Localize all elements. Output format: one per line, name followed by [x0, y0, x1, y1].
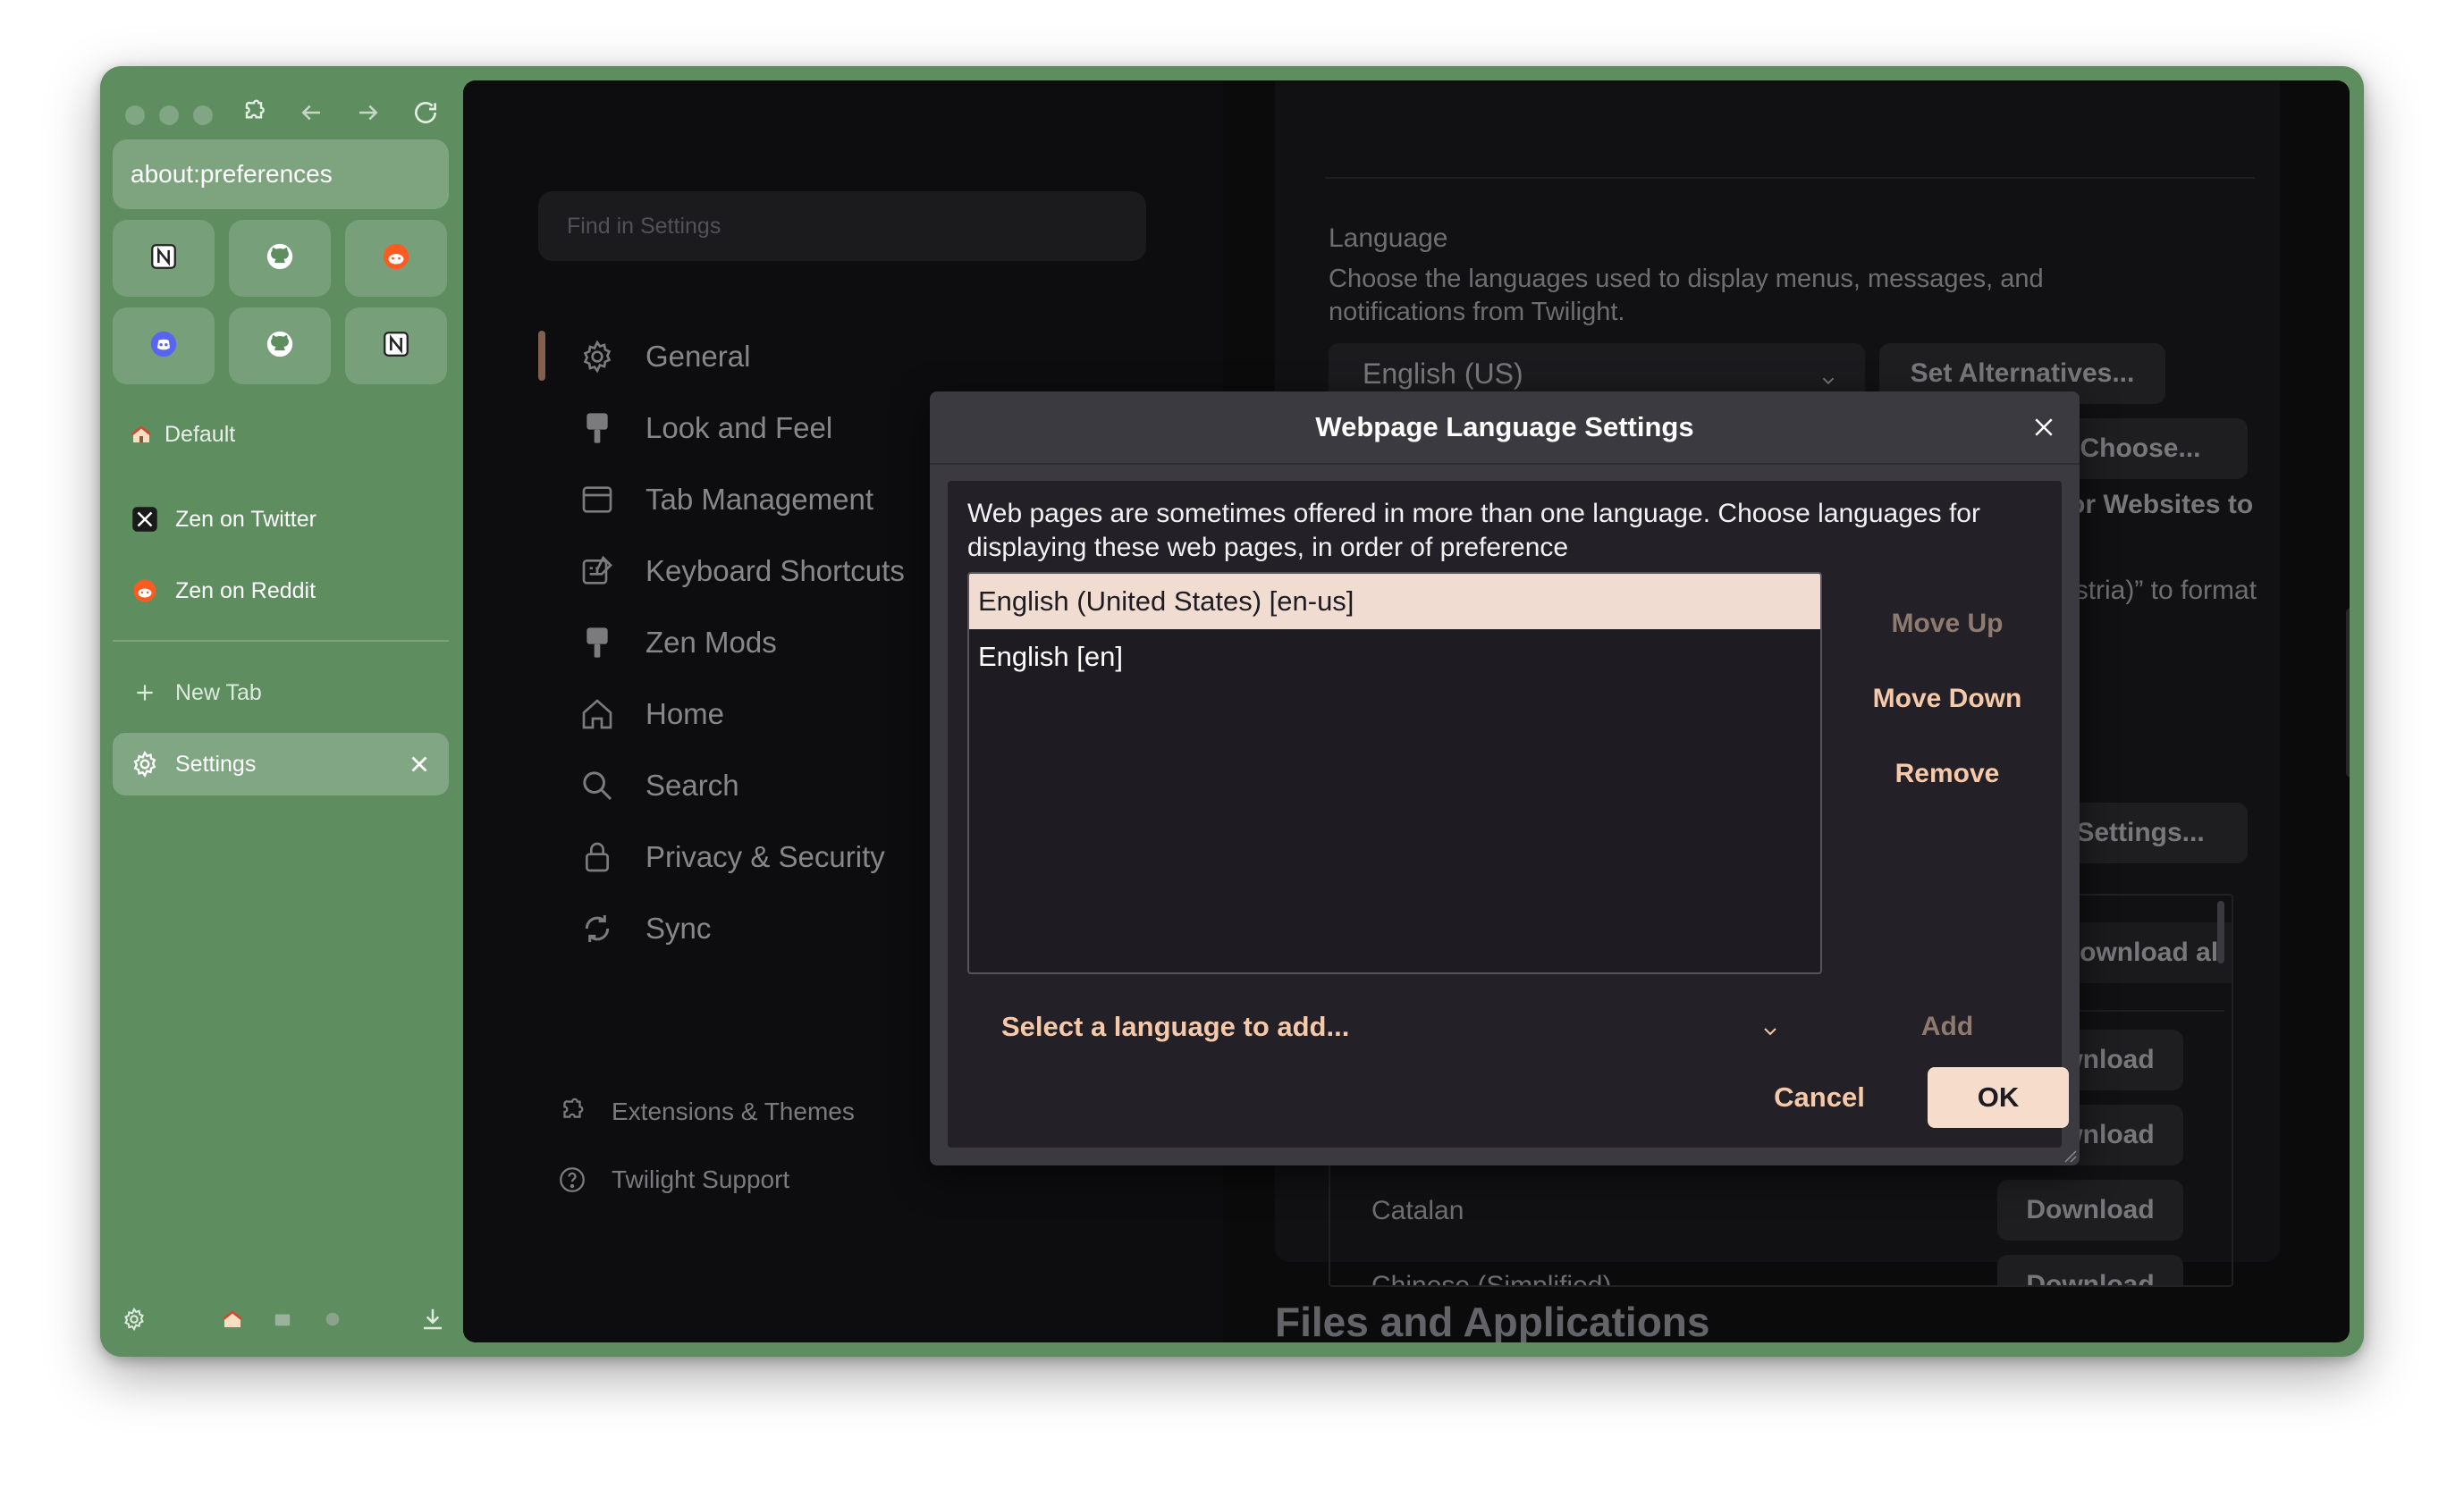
sidebar: about:preferences Default Zen on Twitter…	[100, 66, 463, 1357]
webpage-language-dialog: Webpage Language Settings Web pages are …	[930, 391, 2080, 1165]
notion-icon	[381, 329, 411, 364]
notion-icon	[148, 241, 179, 276]
tab-label: Zen on Reddit	[175, 577, 316, 603]
pinned-tab-notion[interactable]	[113, 220, 215, 297]
tab-settings[interactable]: Settings	[113, 733, 449, 795]
remove-button[interactable]: Remove	[1842, 745, 2053, 803]
url-text: about:preferences	[131, 160, 333, 188]
tab-label: Settings	[175, 751, 257, 777]
workspace-label: Default	[165, 421, 236, 447]
back-arrow-icon[interactable]	[288, 89, 334, 136]
pinned-tab-github-2[interactable]	[229, 307, 331, 384]
reload-icon[interactable]	[402, 89, 449, 136]
workspace-label-row[interactable]: Default	[113, 409, 449, 459]
dialog-description: Web pages are sometimes offered in more …	[967, 499, 1980, 562]
tab-zen-on-twitter[interactable]: Zen on Twitter	[113, 488, 449, 551]
close-icon[interactable]	[2026, 409, 2062, 445]
tab-zen-on-reddit[interactable]: Zen on Reddit	[113, 559, 449, 622]
workspace-3-icon[interactable]	[316, 1303, 349, 1335]
forward-arrow-icon[interactable]	[345, 89, 392, 136]
window-close-dot[interactable]	[125, 105, 145, 125]
github-icon	[265, 329, 295, 364]
move-up-button[interactable]: Move Up	[1842, 595, 2053, 652]
chevron-down-icon	[1759, 1017, 1781, 1039]
pinned-tab-notion-2[interactable]	[345, 307, 447, 384]
close-tab-icon[interactable]	[406, 751, 433, 778]
plus-icon	[129, 677, 161, 709]
dialog-body: Web pages are sometimes offered in more …	[948, 481, 2069, 1148]
settings-page: Find in Settings General Look and Feel T…	[463, 80, 2350, 1342]
window-minimize-dot[interactable]	[159, 105, 179, 125]
tab-label: Zen on Twitter	[175, 506, 316, 532]
discord-icon	[148, 329, 179, 364]
pinned-tab-github[interactable]	[229, 220, 331, 297]
pinned-tab-discord[interactable]	[113, 307, 215, 384]
workspace-2-icon[interactable]	[266, 1303, 299, 1335]
home-emoji-icon	[129, 418, 154, 450]
ok-button[interactable]: OK	[1928, 1067, 2069, 1128]
new-tab-label: New Tab	[175, 679, 262, 705]
dialog-title: Webpage Language Settings	[930, 391, 2080, 465]
list-item[interactable]: English [en]	[969, 629, 1820, 685]
cancel-button[interactable]: Cancel	[1734, 1067, 1904, 1128]
list-item[interactable]: English (United States) [en-us]	[969, 574, 1820, 629]
extensions-icon[interactable]	[231, 89, 277, 136]
language-list[interactable]: English (United States) [en-us] English …	[967, 572, 1822, 974]
url-bar[interactable]: about:preferences	[113, 139, 449, 209]
move-down-button[interactable]: Move Down	[1842, 670, 2053, 728]
github-icon	[265, 241, 295, 276]
reddit-icon	[129, 575, 161, 607]
add-language-placeholder: Select a language to add...	[1001, 1011, 1350, 1042]
workspace-home-icon[interactable]	[216, 1303, 249, 1335]
add-language-select[interactable]: Select a language to add...	[967, 997, 1808, 1056]
settings-gear-icon[interactable]	[118, 1303, 150, 1335]
pinned-tab-reddit[interactable]	[345, 220, 447, 297]
x-icon	[129, 503, 161, 535]
reddit-icon	[381, 241, 411, 276]
gear-icon	[129, 748, 161, 780]
add-button[interactable]: Add	[1842, 997, 2053, 1056]
resize-grip-icon[interactable]	[2060, 1146, 2078, 1164]
new-tab-button[interactable]: New Tab	[113, 661, 449, 724]
window-zoom-dot[interactable]	[193, 105, 213, 125]
sidebar-divider	[113, 640, 449, 642]
browser-window: about:preferences Default Zen on Twitter…	[100, 66, 2364, 1357]
downloads-icon[interactable]	[417, 1303, 449, 1335]
